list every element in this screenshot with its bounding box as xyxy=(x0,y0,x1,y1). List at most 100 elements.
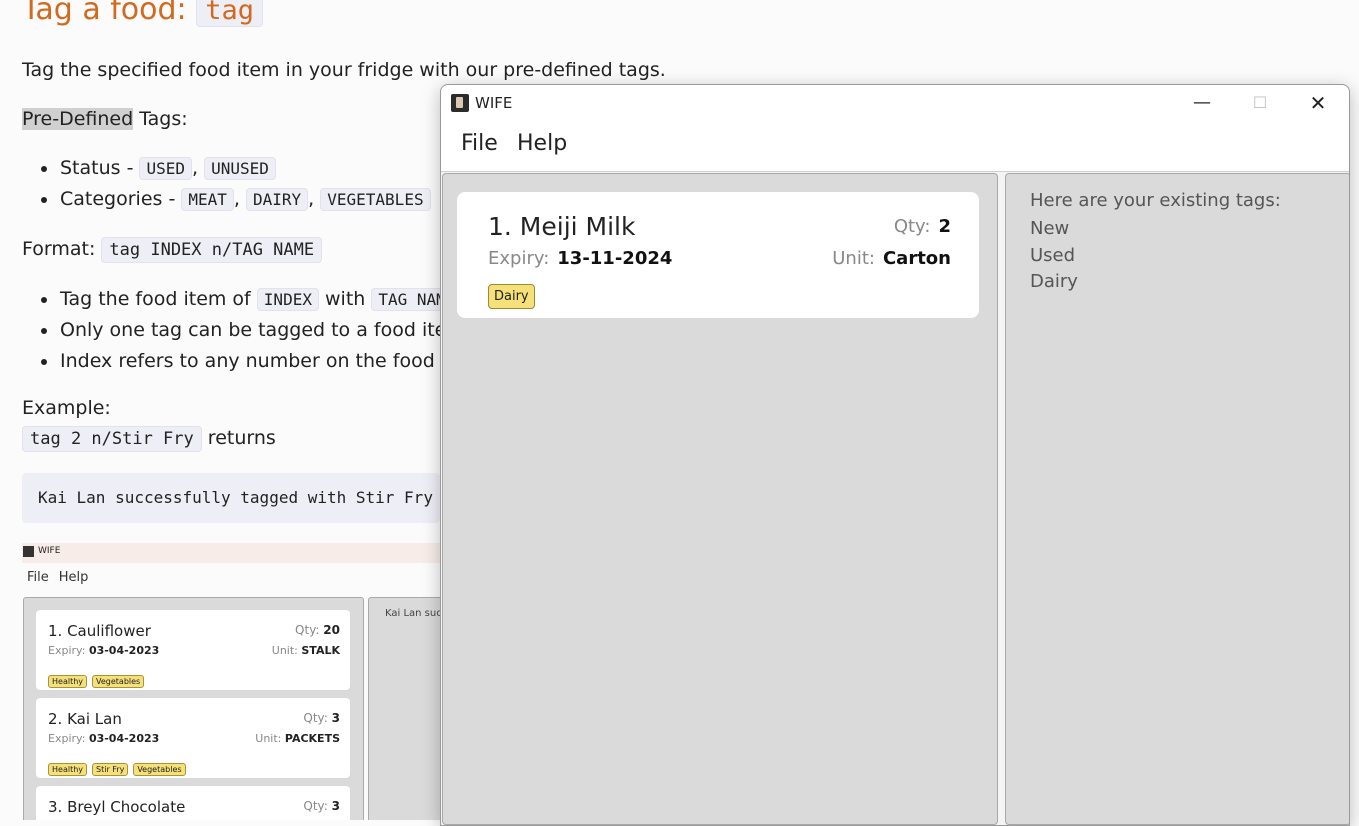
format-notes-list: Tag the food item of INDEX with TAG NAME… xyxy=(38,284,484,377)
food-tag: Vegetables xyxy=(92,675,145,688)
minimize-button[interactable]: — xyxy=(1173,85,1231,121)
maximize-button[interactable]: ☐ xyxy=(1231,85,1289,121)
list-item: Index refers to any number on the food i… xyxy=(38,346,484,377)
menu-file[interactable]: File xyxy=(461,131,498,156)
food-card[interactable]: 1. Meiji Milk Qty: 2 Expiry: 13-11-2024 Un… xyxy=(457,192,979,318)
close-button[interactable]: ✕ xyxy=(1289,85,1347,121)
food-name: 3. Breyl Chocolate xyxy=(48,798,186,816)
list-item: Used xyxy=(1030,244,1076,266)
note-text: with xyxy=(318,288,372,310)
food-tag: Healthy xyxy=(48,763,88,776)
list-item: New xyxy=(1030,218,1070,239)
mini-menu-help: Help xyxy=(58,570,89,585)
example-code: tag 2 n/Stir Fry xyxy=(22,426,202,452)
food-unit: Unit: Carton xyxy=(832,248,951,269)
qty-label: Qty: xyxy=(303,799,328,813)
mini-result-text: Kai Lan successfully tagged with Stir Fr… xyxy=(385,608,442,619)
food-name: 1. Cauliflower xyxy=(48,622,151,640)
list-item: 2. Kai Lan Qty: 3 Expiry: 03-04-2023 Uni… xyxy=(36,698,350,778)
result-codeblock: Kai Lan successfully tagged with Stir Fr… xyxy=(22,473,440,523)
status-label: Status - xyxy=(60,157,140,179)
predefined-tags-list: Status - USED, UNUSED Categories - MEAT,… xyxy=(38,153,431,215)
expiry-label: Expiry: xyxy=(48,732,86,745)
index-code: INDEX xyxy=(256,288,319,311)
predefined-highlight: Pre-Defined xyxy=(22,108,134,130)
mini-food-list: 1. Cauliflower Qty: 20 Expiry: 03-04-202… xyxy=(23,597,364,820)
categories-label: Categories - xyxy=(60,188,182,210)
predefined-heading: Pre-Defined Tags: xyxy=(22,108,188,130)
food-expiry: Expiry: 03-04-2023 xyxy=(48,732,159,745)
unit-label: Unit: xyxy=(832,248,875,269)
unit-label: Unit: xyxy=(255,732,282,745)
format-line: Format: tag INDEX n/TAG NAME xyxy=(22,237,323,263)
format-code: tag INDEX n/TAG NAME xyxy=(101,237,323,263)
qty-value: 20 xyxy=(323,623,340,637)
example-screenshot: WIFE File Help 1. Cauliflower Qty: 20 Exp… xyxy=(22,543,442,820)
food-name: 2. Kai Lan xyxy=(48,710,122,728)
predefined-rest: Tags: xyxy=(133,108,188,130)
food-expiry: Expiry: 13-11-2024 xyxy=(488,248,672,269)
food-tag: Vegetables xyxy=(133,763,186,776)
list-item: Tag the food item of INDEX with TAG NAME xyxy=(38,284,484,315)
food-qty: Qty: 3 xyxy=(303,799,340,813)
title-text: Tag a food: xyxy=(22,0,197,27)
expiry-value: 13-11-2024 xyxy=(557,248,673,269)
mini-menubar: File Help xyxy=(27,570,98,585)
list-item: 3. Breyl Chocolate Qty: 3 xyxy=(36,786,350,820)
page-title: Tag a food: tag xyxy=(22,0,263,27)
unit-value: PACKETS xyxy=(284,732,340,745)
tag-code: USED xyxy=(139,157,193,180)
food-tags: Dairy xyxy=(488,284,535,309)
example-rest: returns xyxy=(201,427,276,449)
existing-tags-list: New Used Dairy xyxy=(1030,216,1078,296)
food-qty: Qty: 3 xyxy=(303,711,340,725)
mini-titlebar: WIFE xyxy=(22,543,442,563)
list-item-categories: Categories - MEAT, DAIRY, VEGETABLES xyxy=(38,184,431,215)
food-name: 1. Meiji Milk xyxy=(488,212,636,241)
list-item: 1. Cauliflower Qty: 20 Expiry: 03-04-202… xyxy=(36,610,350,690)
qty-value: 3 xyxy=(331,799,340,813)
list-item: Dairy xyxy=(1030,271,1078,292)
tag-code: UNUSED xyxy=(204,157,276,180)
example-line: tag 2 n/Stir Fry returns xyxy=(22,426,276,452)
tags-result-panel: Here are your existing tags: New Used Da… xyxy=(1005,173,1349,825)
mini-menu-file: File xyxy=(27,570,49,585)
menu-bar: File Help xyxy=(441,121,1349,172)
food-tags: Healthy Stir Fry Vegetables xyxy=(48,757,191,776)
food-list-panel[interactable]: 1. Meiji Milk Qty: 2 Expiry: 13-11-2024 Un… xyxy=(442,173,998,825)
main-content: 1. Meiji Milk Qty: 2 Expiry: 13-11-2024 Un… xyxy=(441,172,1349,825)
format-label: Format: xyxy=(22,238,102,260)
qty-value: 3 xyxy=(331,711,340,725)
food-expiry: Expiry: 03-04-2023 xyxy=(48,644,159,657)
qty-label: Qty: xyxy=(893,216,931,237)
menu-help[interactable]: Help xyxy=(517,131,567,156)
food-tag: Stir Fry xyxy=(92,763,129,776)
title-bar[interactable]: WIFE — ☐ ✕ xyxy=(441,85,1349,121)
food-tag: Dairy xyxy=(488,284,535,309)
wife-window: WIFE — ☐ ✕ File Help 1. Meiji Milk Qty: 2… xyxy=(440,84,1350,826)
app-logo-icon xyxy=(451,94,469,112)
unit-label: Unit: xyxy=(271,644,298,657)
food-qty: Qty: 2 xyxy=(894,216,951,237)
expiry-label: Expiry: xyxy=(48,644,86,657)
expiry-label: Expiry: xyxy=(488,248,550,269)
title-code: tag xyxy=(196,0,263,27)
window-title: WIFE xyxy=(475,94,513,112)
list-item: Only one tag can be tagged to a food ite… xyxy=(38,315,484,346)
food-qty: Qty: 20 xyxy=(295,623,340,637)
mini-result-panel: Kai Lan successfully tagged with Stir Fr… xyxy=(368,597,442,820)
qty-value: 2 xyxy=(938,216,951,237)
app-logo-icon xyxy=(23,546,34,557)
tag-code: MEAT xyxy=(181,188,234,211)
list-item-status: Status - USED, UNUSED xyxy=(38,153,431,184)
result-text: Kai Lan successfully tagged with Stir Fr… xyxy=(38,488,433,507)
unit-value: Carton xyxy=(882,248,951,269)
unit-value: STALK xyxy=(301,644,340,657)
qty-label: Qty: xyxy=(295,623,320,637)
example-label: Example: xyxy=(22,397,111,419)
expiry-value: 03-04-2023 xyxy=(88,732,160,745)
food-unit: Unit: PACKETS xyxy=(255,732,340,745)
mini-window-title: WIFE xyxy=(38,546,61,556)
intro-text: Tag the specified food item in your frid… xyxy=(22,59,666,81)
expiry-value: 03-04-2023 xyxy=(88,644,160,657)
